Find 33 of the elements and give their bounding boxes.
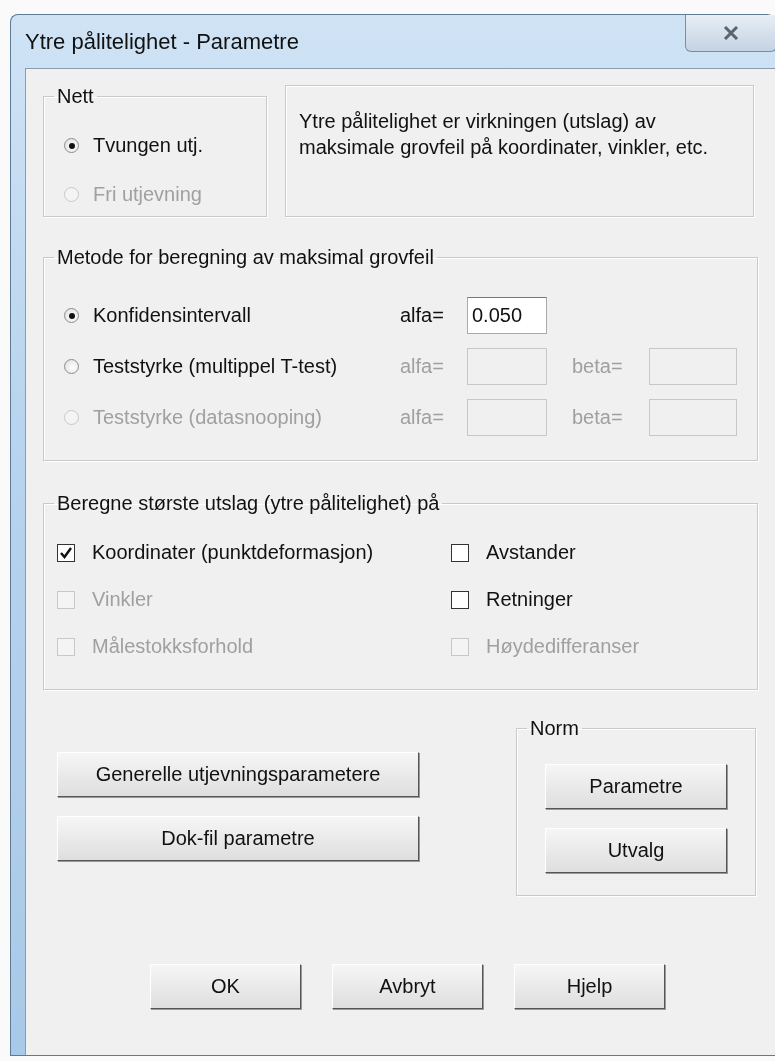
checkbox[interactable] xyxy=(451,590,469,609)
checkbox[interactable] xyxy=(451,543,469,562)
group-label: Beregne største utslag (ytre pålitelighet) på xyxy=(56,492,441,515)
radio-option[interactable]: Teststyrke (multippel T-test) xyxy=(64,355,338,378)
input-field[interactable]: 0.050 xyxy=(467,297,547,334)
dialog-button[interactable]: Generelle utjevningsparametere xyxy=(57,752,419,797)
dialog-button[interactable]: Hjelp xyxy=(514,964,665,1009)
radio-option[interactable]: Tvungen utj. xyxy=(64,134,204,157)
field-label: beta= xyxy=(572,355,623,378)
dialog-button[interactable]: Dok-fil parametre xyxy=(57,816,419,861)
close-button[interactable] xyxy=(685,15,775,52)
info-text: Ytre pålitelighet er virkningen (utslag) av maksimale grovfeil på koordinater, vinkler, etc. xyxy=(299,109,710,160)
field-label: alfa= xyxy=(400,355,444,378)
radio-button[interactable] xyxy=(64,308,79,323)
group-label: Nett xyxy=(56,85,95,108)
checkbox-option[interactable]: Koordinater (punktdeformasjon) xyxy=(57,541,374,564)
checkbox-option[interactable]: Retninger xyxy=(451,588,573,611)
dialog-button[interactable]: Avbryt xyxy=(332,964,483,1009)
checkbox-option[interactable]: Avstander xyxy=(451,541,576,564)
dialog-button[interactable]: Parametre xyxy=(545,764,727,809)
field-label: beta= xyxy=(572,406,623,429)
group-label: Metode for beregning av maksimal grovfeil xyxy=(56,246,435,269)
window-title: Ytre pålitelighet - Parametre xyxy=(25,28,299,55)
close-icon xyxy=(723,26,739,40)
dialog-button[interactable]: OK xyxy=(150,964,301,1009)
radio-button[interactable] xyxy=(64,359,79,374)
group-label: Norm xyxy=(529,717,580,740)
checkbox[interactable] xyxy=(57,543,75,562)
radio-button[interactable] xyxy=(64,138,79,153)
dialog-button[interactable]: Utvalg xyxy=(545,828,727,873)
field-label: alfa= xyxy=(400,406,444,429)
field-label: alfa= xyxy=(400,304,444,327)
radio-option[interactable]: Konfidensintervall xyxy=(64,304,251,327)
